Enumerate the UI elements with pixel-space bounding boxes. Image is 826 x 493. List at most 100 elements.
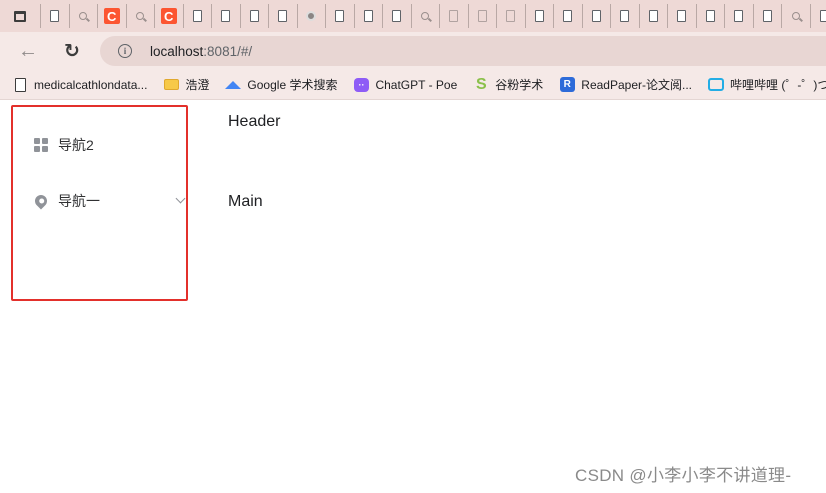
browser-tab[interactable] [40, 4, 69, 28]
sidebar-menu: 导航2 导航一 [11, 105, 188, 301]
chevron-down-icon[interactable] [175, 193, 186, 204]
bookmark-label: 谷粉学术 [495, 78, 544, 92]
sidebar-item-nav1[interactable]: 导航一 [13, 173, 186, 229]
browser-tab[interactable] [809, 4, 826, 28]
document-gray-icon [506, 10, 516, 22]
browser-tab[interactable] [353, 4, 383, 28]
document-icon [534, 10, 544, 22]
document-icon [363, 10, 373, 22]
browser-tab[interactable] [752, 4, 782, 28]
browser-tab[interactable] [467, 4, 497, 28]
url-path: :8081/#/ [203, 43, 253, 59]
url-text[interactable]: localhost:8081/#/ [150, 44, 252, 59]
browser-tab[interactable] [268, 4, 297, 28]
search-icon [791, 12, 800, 20]
document-icon [278, 10, 288, 22]
browser-tab[interactable] [325, 4, 354, 28]
document-icon [12, 77, 28, 93]
browser-tab[interactable] [667, 4, 696, 28]
browser-tab[interactable] [724, 4, 753, 28]
csdn-icon: C [160, 8, 177, 24]
bilibili-icon [708, 77, 725, 93]
bookmark-medicalcathlondata[interactable]: medicalcathlondata... [12, 77, 147, 93]
bookmark-folder-haocheng[interactable]: 浩澄 [163, 76, 209, 93]
sidebar-item-nav2[interactable]: 导航2 [13, 117, 186, 173]
browser-tab[interactable] [296, 4, 326, 28]
browser-tab[interactable] [610, 4, 639, 28]
bookmark-label: medicalcathlondata... [34, 77, 148, 92]
browser-tab[interactable] [553, 4, 582, 28]
location-icon [32, 192, 50, 210]
browser-tab[interactable] [410, 4, 440, 28]
bookmark-gufen-scholar[interactable]: S 谷粉学术 [473, 76, 543, 93]
grid-icon [33, 137, 49, 153]
back-arrow-icon: ← [18, 39, 38, 62]
csdn-icon: C [103, 8, 120, 24]
document-gray-icon [449, 10, 459, 22]
bookmark-bilibili[interactable]: 哔哩哔哩 (゜-゜)つ [708, 76, 826, 93]
page-content: 导航2 导航一 Header Main CSDN @小李小李不讲道理- [0, 102, 826, 493]
reload-button[interactable]: ↻ [58, 37, 86, 65]
gufen-icon: S [475, 75, 487, 93]
search-icon [421, 12, 430, 20]
browser-tab[interactable] [125, 4, 155, 28]
header-text: Header [228, 113, 281, 130]
reload-icon: ↻ [64, 40, 80, 62]
folder-icon [163, 77, 179, 93]
document-icon [734, 10, 744, 22]
bookmark-label: 哔哩哔哩 (゜-゜)つ [730, 78, 826, 92]
tab-list: CC [40, 4, 826, 28]
document-icon [677, 10, 687, 22]
bookmark-label: ChatGPT - Poe [375, 77, 458, 92]
search-icon [79, 12, 88, 20]
browser-tab[interactable] [781, 4, 810, 28]
bookmark-readpaper[interactable]: R ReadPaper-论文阅... [559, 76, 692, 93]
document-icon [819, 10, 826, 22]
browser-tab[interactable] [496, 4, 525, 28]
bookmark-label: Google 学术搜索 [247, 78, 338, 92]
tab-actions-button[interactable] [0, 0, 40, 32]
poe-icon: ·· [353, 77, 369, 93]
info-glyph: i [123, 46, 127, 56]
tab-actions-icon [14, 10, 26, 22]
readpaper-icon: R [559, 77, 575, 93]
browser-tab[interactable] [695, 4, 725, 28]
browser-tab[interactable] [638, 4, 668, 28]
bookmark-label: ReadPaper-论文阅... [581, 78, 693, 92]
document-gray-icon [477, 10, 487, 22]
browser-tab[interactable] [439, 4, 468, 28]
document-icon [50, 10, 60, 22]
browser-tab[interactable] [581, 4, 611, 28]
document-icon [705, 10, 715, 22]
document-icon [335, 10, 345, 22]
sidebar-item-label: 导航2 [58, 137, 94, 153]
watermark: CSDN @小李小李不讲道理- [575, 466, 792, 485]
browser-tab[interactable]: C [154, 4, 183, 28]
bookmark-chatgpt-poe[interactable]: ·· ChatGPT - Poe [353, 77, 457, 93]
document-icon [249, 10, 259, 22]
document-icon [392, 10, 402, 22]
blocked-icon [306, 11, 317, 21]
sidebar-item-label: 导航一 [58, 193, 100, 209]
document-icon [221, 10, 231, 22]
browser-tab[interactable] [182, 4, 212, 28]
document-icon [620, 10, 630, 22]
browser-toolbar: ← ↻ i localhost:8081/#/ [0, 32, 826, 70]
browser-tab[interactable] [382, 4, 411, 28]
scholar-icon [225, 77, 242, 93]
document-icon [563, 10, 573, 22]
bookmarks-bar: medicalcathlondata... 浩澄 Google 学术搜索 ·· … [0, 70, 826, 100]
browser-tab[interactable]: C [97, 4, 126, 28]
info-icon[interactable]: i [118, 44, 132, 58]
address-bar[interactable]: i localhost:8081/#/ [100, 36, 826, 66]
search-icon [136, 12, 145, 20]
browser-tab[interactable] [524, 4, 554, 28]
browser-tab[interactable] [211, 4, 240, 28]
bookmark-google-scholar[interactable]: Google 学术搜索 [225, 76, 337, 93]
bookmark-label: 浩澄 [185, 78, 210, 92]
back-button[interactable]: ← [14, 37, 42, 65]
tab-strip: CC [0, 0, 826, 32]
browser-tab[interactable] [239, 4, 269, 28]
browser-tab[interactable] [68, 4, 98, 28]
main-text: Main [228, 193, 263, 210]
